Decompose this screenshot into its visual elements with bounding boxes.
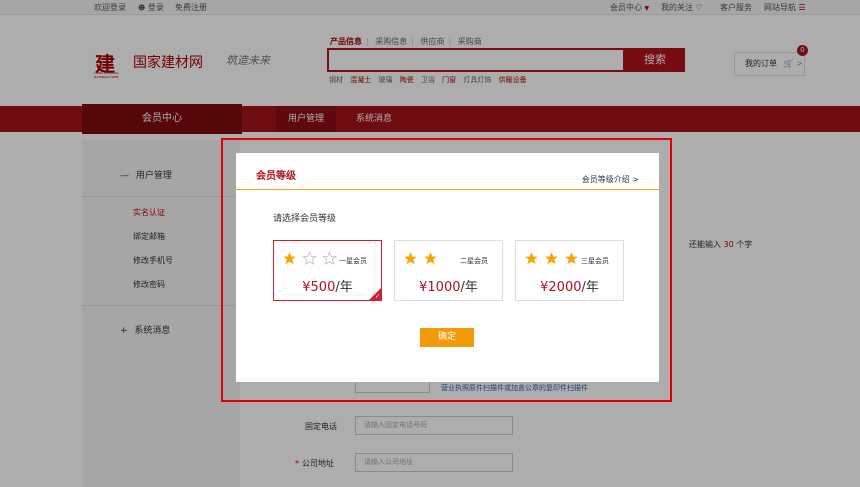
dialog-title: 会员等级 [256,171,296,182]
level-card-three-star[interactable]: 三星会员 ¥2000/年 [515,240,624,301]
level-card-one-star[interactable]: 一星会员 ¥500/年 ✓ [273,240,382,301]
level-price: ¥2000/年 [540,280,599,295]
star-filled-icon [424,252,437,265]
member-level-dialog: 会员等级 会员等级介绍 > 请选择会员等级 一星会员 ¥500/年 ✓ 二星会员… [236,153,659,382]
star-filled-icon [283,252,296,265]
level-price: ¥500/年 [302,280,353,295]
rating-stars [524,251,584,266]
level-name: 二星会员 [460,257,488,265]
star-empty-icon [302,251,317,265]
star-filled-icon [404,252,417,265]
star-filled-icon [525,252,538,265]
star-filled-icon [545,252,558,265]
check-icon: ✓ [374,293,380,300]
level-price: ¥1000/年 [419,280,478,295]
level-name: 一星会员 [339,257,367,265]
rating-stars [403,251,443,266]
level-name: 三星会员 [581,257,609,265]
star-empty-icon [322,251,337,265]
member-level-intro-link[interactable]: 会员等级介绍 > [582,174,639,185]
confirm-button[interactable]: 确定 [420,328,474,347]
level-card-two-star[interactable]: 二星会员 ¥1000/年 [394,240,503,301]
dialog-prompt: 请选择会员等级 [273,214,337,224]
divider [236,189,659,190]
page: 欢迎登录 ☻ 登录 免费注册 会员中心 ▼ 我的关注 ♡ 客户服务 网站导航 ☰… [0,0,860,487]
star-filled-icon [565,252,578,265]
rating-stars [282,251,342,266]
